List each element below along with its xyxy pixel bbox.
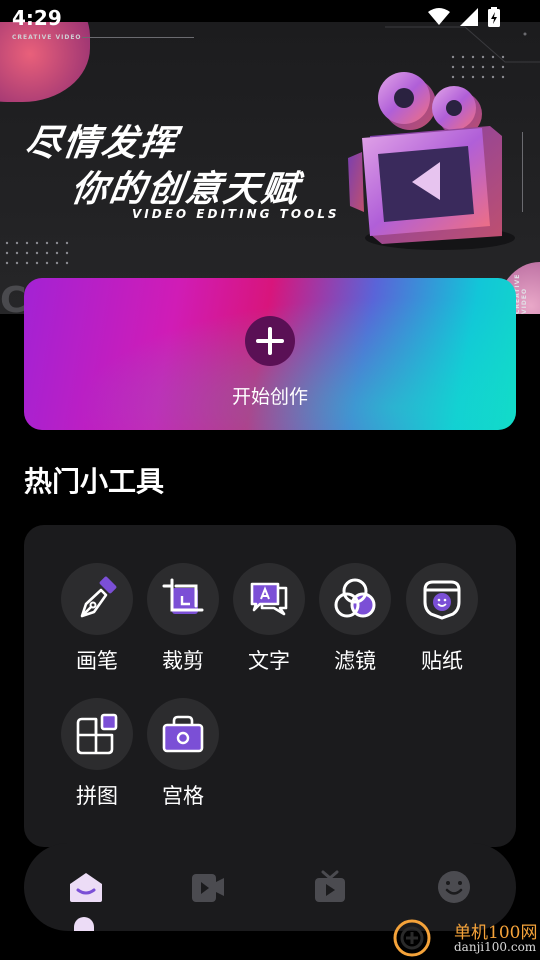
tool-text[interactable]: 文字 [233,563,305,675]
banner-title-line1: 尽情发挥 [22,123,181,164]
filter-icon [334,578,376,618]
grid-icon [162,715,204,753]
nav-home[interactable] [64,865,108,909]
tool-grid-circle [147,698,219,770]
tool-sticker-label: 贴纸 [421,649,463,673]
tool-sticker-circle [406,563,478,635]
tool-collage-circle [61,698,133,770]
promo-banner[interactable]: CREATIVE VIDEO 尽情发挥 你的创意天赋 VIDEO EDITING… [0,22,540,314]
status-time: 4:29 [12,6,62,30]
tool-crop-circle [147,563,219,635]
video-camera-illustration-icon [348,72,515,250]
tool-text-label: 文字 [248,649,290,673]
watermark-url: danji100.com [454,940,537,954]
banner-vertical-line [522,132,523,212]
status-icons [428,7,500,27]
collage-icon [76,713,118,755]
smile-icon [438,871,470,903]
tool-pen-label: 画笔 [76,649,118,673]
battery-icon [488,7,500,27]
start-creating-card[interactable]: 开始创作 [24,278,516,430]
nav-active-indicator [74,917,94,931]
nav-video[interactable] [186,865,230,909]
banner-dot-grid-2 [5,241,69,265]
tool-grid[interactable]: 宫格 [147,698,219,810]
tools-panel: 画笔 裁剪 文字 滤镜 贴纸 拼图 宫格 [24,525,516,847]
status-bar: 4:29 [0,0,540,36]
nav-tv[interactable] [308,865,352,909]
plus-icon [256,327,284,355]
add-project-button[interactable] [245,316,295,366]
tool-pen-circle [61,563,133,635]
tool-filter[interactable]: 滤镜 [319,563,391,675]
tool-collage[interactable]: 拼图 [61,698,133,810]
banner-title-line2: 你的创意天赋 [68,169,303,210]
tool-collage-label: 拼图 [76,784,118,808]
wifi-icon [428,8,450,25]
tool-filter-circle [319,563,391,635]
sticker-icon [423,580,461,620]
tool-text-circle [233,563,305,635]
text-bubble-icon [250,582,288,616]
banner-vertical-label: CREATIVE VIDEO [514,273,528,314]
banner-subtitle: VIDEO EDITING TOOLS [132,207,340,221]
watermark: 单机100网 danji100.com [392,916,540,960]
tool-sticker[interactable]: 贴纸 [406,563,478,675]
start-creating-label: 开始创作 [231,386,308,408]
nav-profile[interactable] [432,865,476,909]
tool-crop[interactable]: 裁剪 [147,563,219,675]
crop-icon [162,578,204,614]
watermark-logo-icon [393,919,431,957]
video-icon [192,874,224,902]
tool-crop-label: 裁剪 [162,649,204,673]
tool-grid-label: 宫格 [162,784,204,808]
home-icon [70,873,102,902]
pen-icon [80,576,117,618]
section-title: 热门小工具 [24,465,165,498]
signal-icon [460,8,478,26]
tool-pen[interactable]: 画笔 [61,563,133,675]
banner-divider [82,37,194,38]
tool-filter-label: 滤镜 [334,649,376,673]
tv-icon [315,870,345,902]
